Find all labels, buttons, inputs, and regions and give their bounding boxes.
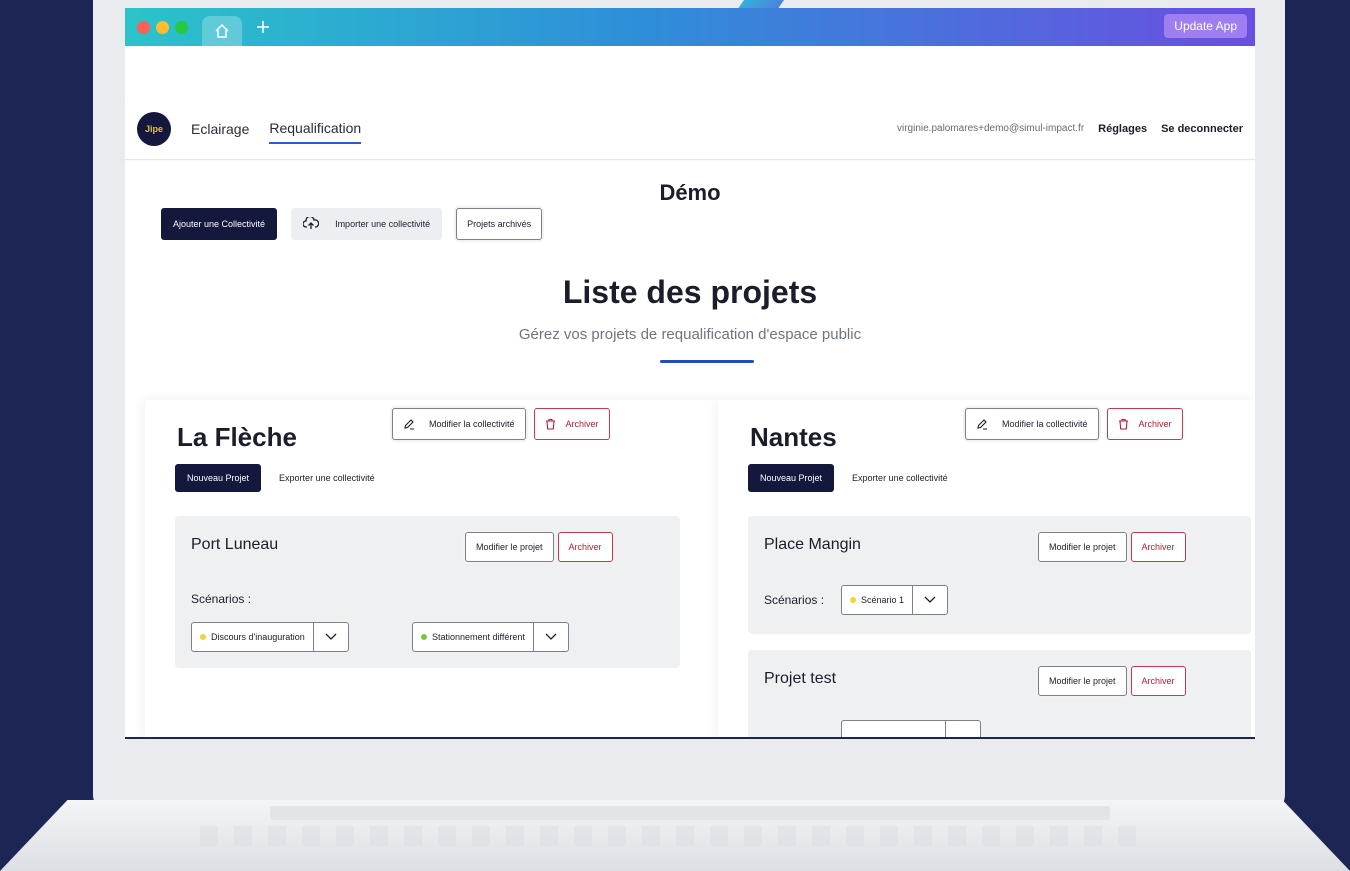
update-app-button[interactable]: Update App: [1164, 14, 1247, 38]
scenario-option: Discours d'inauguration: [192, 623, 314, 651]
export-collectivite-link[interactable]: Exporter une collectivité: [852, 473, 948, 483]
settings-link[interactable]: Réglages: [1098, 123, 1147, 135]
project-actions: Modifier le projet Archiver: [465, 532, 613, 562]
scenarios-label: Scénarios :: [764, 593, 825, 607]
home-tab[interactable]: [202, 16, 242, 46]
project-card: Port Luneau Modifier le projet Archiver …: [175, 516, 680, 668]
logout-link[interactable]: Se deconnecter: [1161, 123, 1243, 135]
project-name: Projet test: [764, 670, 837, 687]
archive-project-button[interactable]: Archiver: [1130, 532, 1186, 562]
laptop-hinge: [270, 806, 1110, 820]
scenario-name: Scénario 1: [861, 595, 905, 605]
collectivite-card: La Flèche Modifier la collectivité Archi…: [145, 400, 720, 737]
chevron-down-icon[interactable]: [913, 586, 947, 614]
nav-link-eclairage[interactable]: Eclairage: [191, 115, 249, 143]
app-screen: Update App Jipe Eclairage Requalificatio…: [125, 8, 1255, 739]
scenario-select[interactable]: [841, 720, 981, 737]
trash-icon: [1118, 418, 1128, 430]
chevron-down-icon[interactable]: [946, 721, 980, 737]
close-window-button[interactable]: [137, 20, 150, 34]
project-actions: Modifier le projet Archiver: [1038, 532, 1186, 562]
status-dot-yellow: [200, 634, 206, 640]
chevron-down-icon[interactable]: [534, 623, 568, 651]
new-tab-button[interactable]: [256, 20, 270, 34]
top-navbar: Jipe Eclairage Requalification virginie.…: [125, 98, 1255, 160]
edit-collectivite-label: Modifier la collectivité: [1002, 419, 1088, 429]
collectivite-name: La Flèche: [177, 422, 297, 452]
new-project-button[interactable]: Nouveau Projet: [175, 464, 262, 492]
trash-icon: [545, 418, 555, 430]
project-actions: Modifier le projet Archiver: [1038, 666, 1186, 696]
collectivite-card: Nantes Modifier la collectivité Archiver…: [718, 400, 1255, 737]
top-actions: Ajouter une Collectivité Importer une co…: [161, 208, 543, 240]
edit-project-button[interactable]: Modifier le projet: [465, 532, 554, 562]
scenario-select[interactable]: Scénario 1: [841, 585, 949, 615]
scenario-option: [842, 721, 946, 737]
plus-icon: [257, 21, 269, 33]
collectivite-actions: Modifier la collectivité Archiver: [392, 408, 610, 440]
nav-link-requalification[interactable]: Requalification: [269, 114, 362, 144]
status-dot-green: [421, 634, 427, 640]
status-dot-yellow: [850, 597, 856, 603]
page-title: Démo: [659, 180, 721, 205]
scenario-name: Stationnement différent: [432, 632, 525, 642]
scenario-name: Discours d'inauguration: [211, 632, 305, 642]
import-collectivite-button[interactable]: Importer une collectivité: [291, 208, 443, 240]
collectivite-actions: Modifier la collectivité Archiver: [965, 408, 1183, 440]
cloud-upload-icon: [303, 217, 320, 229]
archive-collectivite-button[interactable]: Archiver: [1106, 408, 1183, 440]
title-underline: [660, 360, 754, 363]
laptop-keyboard-texture: [200, 826, 1150, 846]
minimize-window-button[interactable]: [156, 20, 169, 34]
edit-collectivite-button[interactable]: Modifier la collectivité: [965, 408, 1099, 440]
collectivite-row-actions: Nouveau Projet Exporter une collectivité: [175, 464, 375, 492]
maximize-window-button[interactable]: [175, 20, 188, 34]
export-collectivite-link[interactable]: Exporter une collectivité: [279, 473, 375, 483]
edit-collectivite-label: Modifier la collectivité: [429, 419, 515, 429]
project-name: Port Luneau: [191, 536, 279, 553]
chevron-down-icon[interactable]: [314, 623, 348, 651]
add-collectivite-button[interactable]: Ajouter une Collectivité: [161, 208, 278, 240]
project-card: Projet test Modifier le projet Archiver: [748, 650, 1251, 737]
collectivite-name: Nantes: [750, 422, 837, 452]
scenario-option: Scénario 1: [842, 586, 914, 614]
archived-projects-button[interactable]: Projets archivés: [456, 208, 543, 240]
list-title: Liste des projets: [562, 274, 818, 310]
edit-icon: [404, 419, 414, 430]
nav-right: virginie.palomares+demo@simul-impact.fr …: [897, 123, 1243, 135]
project-name: Place Mangin: [764, 536, 861, 553]
edit-collectivite-button[interactable]: Modifier la collectivité: [392, 408, 526, 440]
archive-collectivite-label: Archiver: [1138, 419, 1172, 429]
scenario-option: Stationnement différent: [413, 623, 534, 651]
archive-project-button[interactable]: Archiver: [1130, 666, 1186, 696]
new-project-button[interactable]: Nouveau Projet: [748, 464, 835, 492]
archive-collectivite-label: Archiver: [565, 419, 599, 429]
import-label: Importer une collectivité: [335, 219, 431, 229]
archive-collectivite-button[interactable]: Archiver: [533, 408, 610, 440]
traffic-lights: [137, 20, 188, 34]
user-email: virginie.palomares+demo@simul-impact.fr: [896, 123, 1085, 134]
edit-icon: [977, 419, 987, 430]
scenario-select[interactable]: Discours d'inauguration: [191, 622, 349, 652]
edit-project-button[interactable]: Modifier le projet: [1038, 666, 1127, 696]
edit-project-button[interactable]: Modifier le projet: [1038, 532, 1127, 562]
list-subtitle: Gérez vos projets de requalification d'e…: [518, 326, 862, 343]
scenarios-label: Scénarios :: [191, 592, 252, 606]
project-card: Place Mangin Modifier le projet Archiver…: [748, 516, 1251, 634]
scenario-select[interactable]: Stationnement différent: [412, 622, 569, 652]
app-logo[interactable]: Jipe: [137, 111, 171, 146]
collectivite-row-actions: Nouveau Projet Exporter une collectivité: [748, 464, 948, 492]
home-icon: [215, 23, 229, 38]
archive-project-button[interactable]: Archiver: [557, 532, 613, 562]
window-titlebar: Update App: [125, 8, 1255, 46]
